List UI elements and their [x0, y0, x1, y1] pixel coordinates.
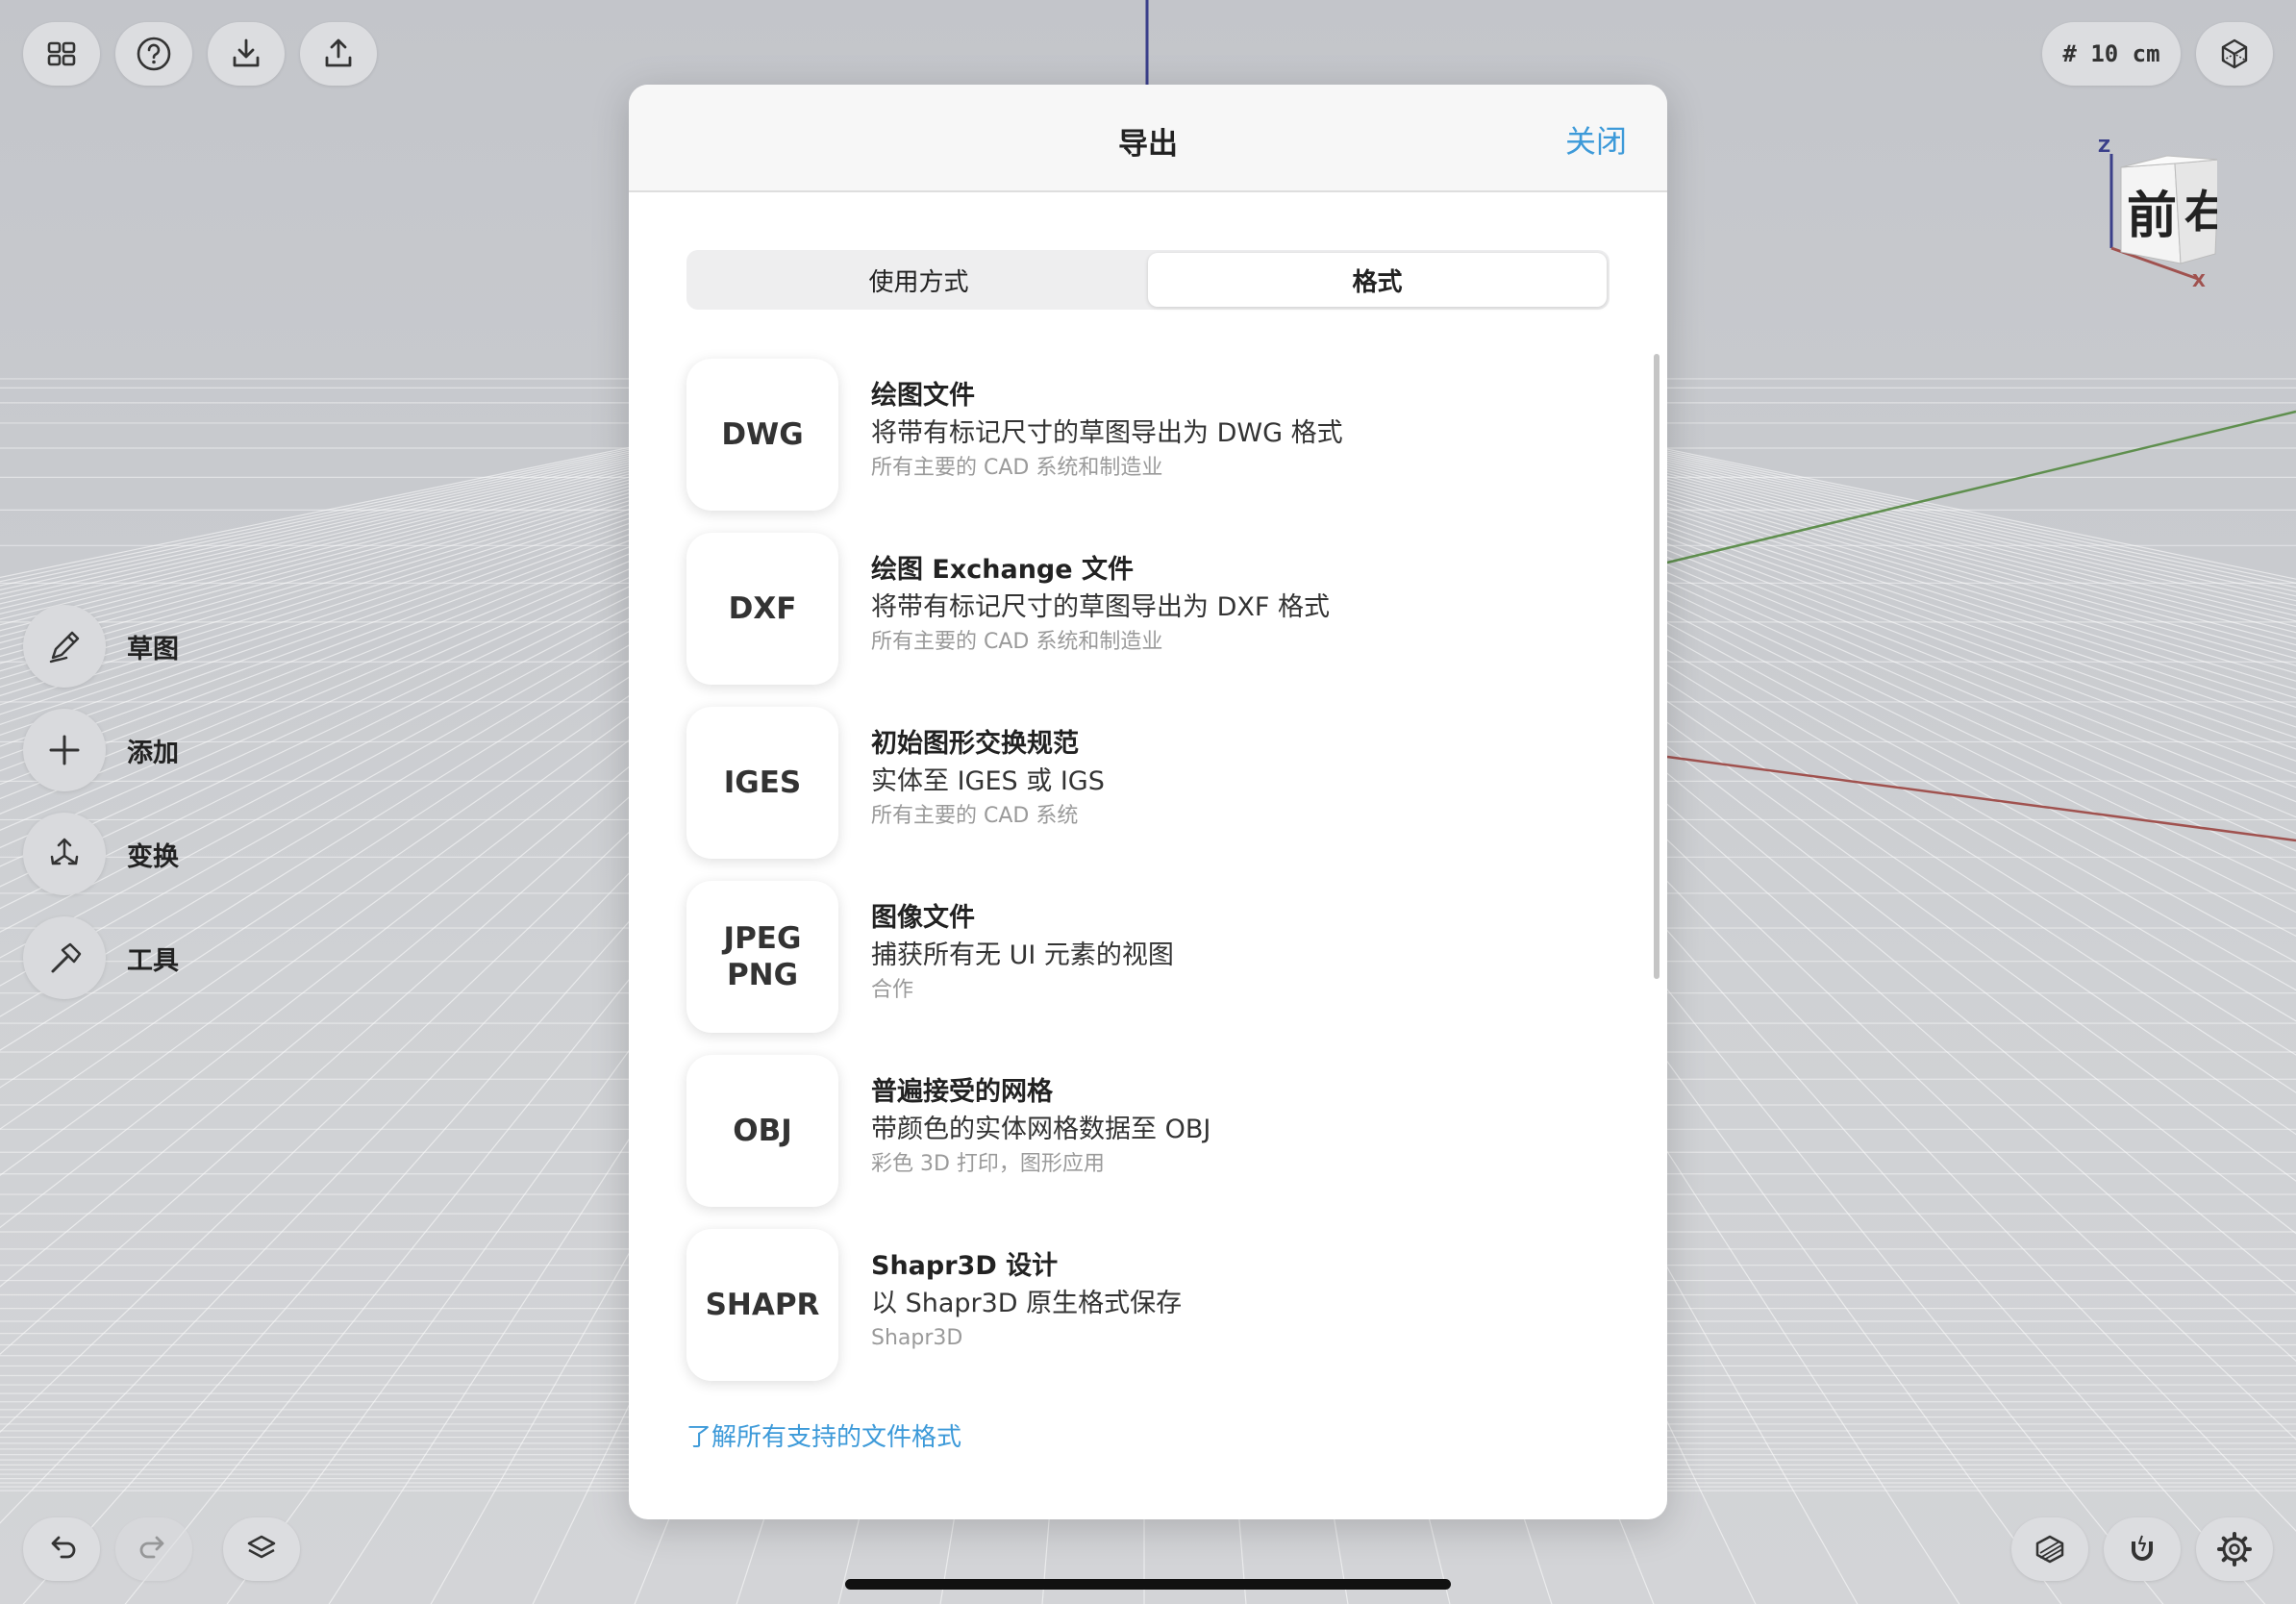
tool-tools-label: 工具: [127, 945, 179, 976]
format-tile[interactable]: SHAPR: [686, 1229, 838, 1381]
home-indicator[interactable]: [845, 1579, 1451, 1590]
format-tile[interactable]: IGES: [686, 707, 838, 859]
format-subtitle: 所有主要的 CAD 系统: [871, 804, 1079, 828]
x-axis-label: X: [2192, 271, 2206, 288]
format-subtitle: Shapr3D: [871, 1326, 963, 1350]
magnet-icon: [2132, 1535, 2153, 1561]
cube-view-icon: [2221, 38, 2248, 69]
redo-button[interactable]: [115, 1517, 192, 1581]
scrollbar[interactable]: [1654, 354, 1660, 979]
format-title: 图像文件: [871, 903, 975, 933]
snap-button[interactable]: [2104, 1517, 2181, 1581]
export-icon: [325, 38, 352, 67]
gear-icon: [2217, 1532, 2252, 1566]
plus-icon: [23, 709, 106, 791]
tool-tools[interactable]: 工具: [23, 916, 179, 999]
help-button[interactable]: [115, 22, 192, 86]
format-title: 普遍接受的网格: [871, 1077, 1053, 1107]
y-axis-line: [1666, 410, 2296, 564]
format-subtitle: 所有主要的 CAD 系统和制造业: [871, 456, 1163, 480]
dialog-header: 导出 关闭: [629, 85, 1667, 192]
format-description: 实体至 IGES 或 IGS: [871, 766, 1105, 796]
tool-sketch-label: 草图: [127, 634, 179, 664]
format-tile[interactable]: DXF: [686, 533, 838, 685]
format-tile[interactable]: DWG: [686, 359, 838, 511]
format-title: Shapr3D 设计: [871, 1251, 1059, 1281]
undo-icon: [51, 1536, 76, 1559]
sketch-pen-icon: [23, 605, 106, 688]
format-item-shapr[interactable]: SHAPR Shapr3D 设计 以 Shapr3D 原生格式保存 Shapr3…: [686, 1229, 1610, 1403]
import-icon: [233, 38, 260, 67]
import-button[interactable]: [208, 22, 285, 86]
view-mode-button[interactable]: [2196, 22, 2273, 86]
format-title: 绘图文件: [871, 381, 975, 411]
learn-formats-link[interactable]: 了解所有支持的文件格式: [686, 1417, 961, 1453]
format-description: 捕获所有无 UI 元素的视图: [871, 940, 1174, 970]
tool-add-label: 添加: [127, 738, 179, 768]
tool-add[interactable]: 添加: [23, 709, 179, 791]
format-item-image[interactable]: JPEG PNG 图像文件 捕获所有无 UI 元素的视图 合作: [686, 881, 1610, 1055]
help-icon: [137, 37, 171, 71]
dialog-title: 导出: [1118, 127, 1178, 162]
section-view-button[interactable]: [2011, 1517, 2088, 1581]
export-dialog: 导出 关闭 使用方式 格式 DWG 绘图文件 将带有标记尺寸的草图导出为 DWG…: [629, 85, 1667, 1519]
format-subtitle: 合作: [871, 978, 914, 1002]
format-item-dwg[interactable]: DWG 绘图文件 将带有标记尺寸的草图导出为 DWG 格式 所有主要的 CAD …: [686, 359, 1610, 533]
layers-icon: [247, 1535, 276, 1559]
format-item-obj[interactable]: OBJ 普遍接受的网格 带颜色的实体网格数据至 OBJ 彩色 3D 打印，图形应…: [686, 1055, 1610, 1229]
segmented-control: 使用方式 格式: [686, 250, 1610, 310]
grid-menu-button[interactable]: [23, 22, 100, 86]
format-description: 将带有标记尺寸的草图导出为 DWG 格式: [871, 418, 1343, 448]
format-description: 以 Shapr3D 原生格式保存: [871, 1289, 1183, 1318]
tool-sketch[interactable]: 草图: [23, 605, 179, 688]
z-axis-label: Z: [2098, 137, 2110, 157]
section-view-icon: [2035, 1535, 2064, 1564]
format-list: DWG 绘图文件 将带有标记尺寸的草图导出为 DWG 格式 所有主要的 CAD …: [686, 359, 1610, 1403]
format-description: 带颜色的实体网格数据至 OBJ: [871, 1115, 1211, 1144]
format-subtitle: 所有主要的 CAD 系统和制造业: [871, 630, 1163, 654]
grid-icon: [47, 41, 76, 66]
format-tile[interactable]: OBJ: [686, 1055, 838, 1207]
tool-transform-label: 变换: [127, 841, 179, 872]
view-cube[interactable]: Z X 前 右: [2092, 135, 2229, 291]
tab-format[interactable]: 格式: [1148, 253, 1607, 307]
tool-transform[interactable]: 变换: [23, 813, 179, 895]
format-title: 绘图 Exchange 文件: [871, 555, 1134, 585]
tab-usage[interactable]: 使用方式: [689, 253, 1148, 307]
export-button[interactable]: [300, 22, 377, 86]
format-item-iges[interactable]: IGES 初始图形交换规范 实体至 IGES 或 IGS 所有主要的 CAD 系…: [686, 707, 1610, 881]
cube-front-label: 前: [2127, 188, 2177, 245]
undo-button[interactable]: [23, 1517, 100, 1581]
format-description: 将带有标记尺寸的草图导出为 DXF 格式: [871, 592, 1330, 622]
format-item-dxf[interactable]: DXF 绘图 Exchange 文件 将带有标记尺寸的草图导出为 DXF 格式 …: [686, 533, 1610, 707]
format-tile[interactable]: JPEG PNG: [686, 881, 838, 1033]
format-subtitle: 彩色 3D 打印，图形应用: [871, 1152, 1105, 1176]
grid-unit-indicator[interactable]: # 10 cm: [2042, 22, 2181, 86]
format-title: 初始图形交换规范: [871, 729, 1079, 759]
close-button[interactable]: 关闭: [1565, 117, 1627, 162]
layers-button[interactable]: [223, 1517, 300, 1581]
settings-button[interactable]: [2196, 1517, 2273, 1581]
redo-icon: [139, 1536, 164, 1559]
x-axis-line: [1666, 755, 2296, 842]
transform-icon: [23, 813, 106, 895]
cube-right-label: 右: [2184, 186, 2217, 238]
hammer-icon: [23, 916, 106, 999]
